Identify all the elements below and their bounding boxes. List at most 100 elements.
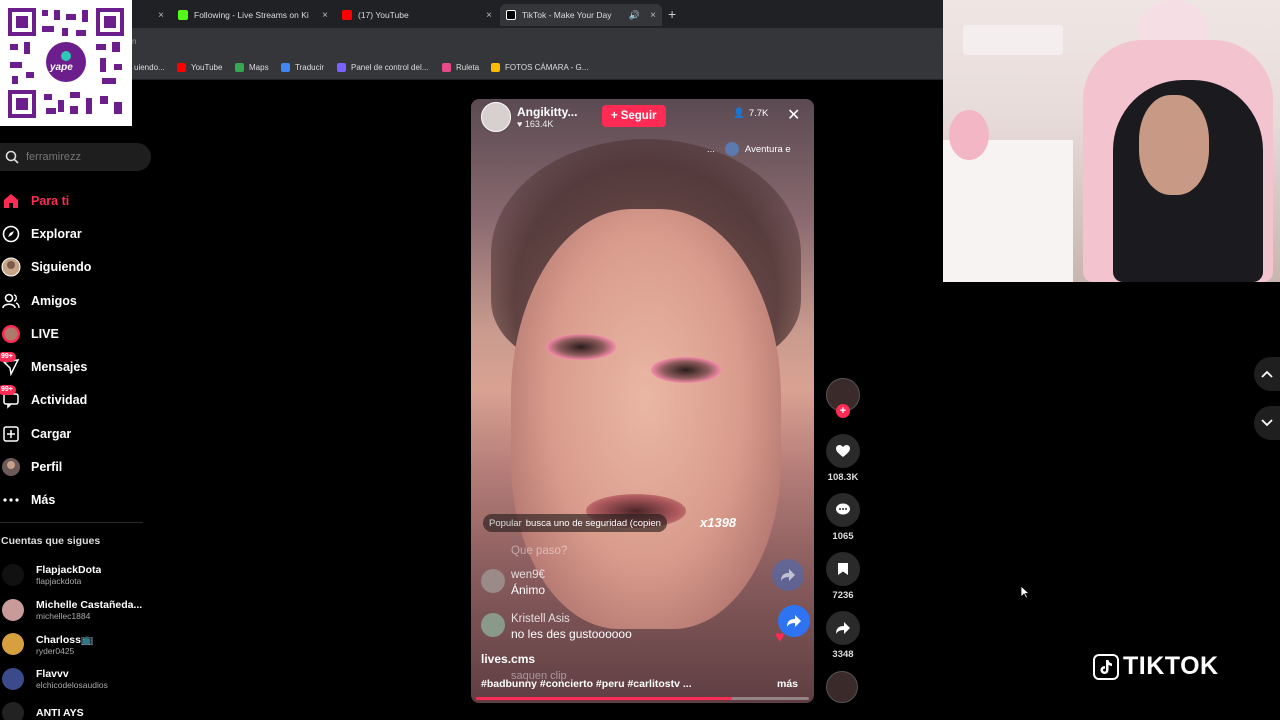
- account-item[interactable]: Michelle Castañeda... michellec1884: [0, 593, 151, 628]
- webcam-plush: [949, 110, 989, 160]
- address-bar[interactable]: n: [0, 28, 943, 58]
- new-tab-icon[interactable]: +: [668, 6, 676, 22]
- heart-icon[interactable]: [826, 434, 860, 468]
- share-count: 3348: [832, 649, 854, 660]
- tab-title: TikTok - Make Your Day: [522, 10, 612, 20]
- live-video[interactable]: Angikitty... ♥ 163.4K + Seguir 👤 7.7K ✕ .…: [471, 99, 814, 703]
- qr-code: yape: [0, 0, 132, 126]
- account-item[interactable]: Flavvv elchicodelosaudios: [0, 662, 151, 697]
- bookmark-icon[interactable]: [826, 552, 860, 586]
- like-count: 108.3K: [827, 472, 859, 483]
- tab-title: (17) YouTube: [358, 10, 409, 20]
- comment-count: 1065: [832, 531, 854, 542]
- live-host[interactable]: Angikitty... ♥ 163.4K: [481, 102, 577, 132]
- follow-label: Seguir: [620, 110, 657, 122]
- account-item[interactable]: Charloss📺 ryder0425: [0, 627, 151, 662]
- account-name: Michelle Castañeda...: [36, 598, 143, 611]
- sidebar-item-actividad[interactable]: 99+ Actividad: [0, 384, 151, 417]
- speaker-icon[interactable]: 🔊: [629, 10, 640, 21]
- bookmark-label: YouTube: [191, 63, 223, 72]
- live-topic[interactable]: ... Aventura e: [707, 140, 791, 158]
- close-icon[interactable]: ×: [650, 10, 656, 21]
- video-face: [511, 209, 781, 629]
- sidebar-item-cargar[interactable]: Cargar: [0, 417, 151, 450]
- comment-user: wen9€: [511, 569, 545, 581]
- previous-video-button[interactable]: [1254, 357, 1280, 391]
- search-bar[interactable]: [0, 143, 151, 171]
- bookmark-item[interactable]: YouTube: [177, 63, 222, 72]
- share-action[interactable]: 3348: [826, 611, 860, 660]
- kick-icon: [178, 10, 188, 20]
- bookmark-item[interactable]: Panel de control del...: [337, 63, 428, 72]
- search-input[interactable]: [26, 151, 136, 163]
- share-icon[interactable]: [826, 611, 860, 645]
- close-icon[interactable]: ×: [158, 10, 164, 21]
- close-icon[interactable]: ✕: [787, 105, 800, 125]
- follow-plus-icon[interactable]: +: [836, 404, 850, 418]
- host-name: Angikitty...: [517, 105, 578, 119]
- accounts-heading: Cuentas que sigues: [1, 535, 101, 547]
- account-handle: ryder0425: [36, 645, 75, 656]
- host-avatar[interactable]: [481, 102, 511, 132]
- follow-button[interactable]: + Seguir: [602, 105, 666, 127]
- sidebar-item-siguiendo[interactable]: Siguiendo: [0, 251, 151, 284]
- avatar: [2, 598, 24, 621]
- close-icon[interactable]: ×: [486, 10, 492, 21]
- account-item[interactable]: FlapjackDota flapjackdota: [0, 558, 151, 593]
- sidebar-item-para-ti[interactable]: Para ti: [0, 184, 151, 217]
- sidebar-item-mensajes[interactable]: 99+ Mensajes: [0, 350, 151, 383]
- webcam-bed: [943, 140, 1073, 282]
- live-icon: [0, 323, 22, 345]
- following-icon: [0, 256, 22, 278]
- sidebar-nav: Para ti Explorar Siguiendo Amigos LIVE 9…: [0, 184, 151, 517]
- avatar: [2, 564, 24, 587]
- faded-comment: Que paso?: [511, 545, 568, 557]
- sidebar-item-amigos[interactable]: Amigos: [0, 284, 151, 317]
- webcam-face: [1139, 95, 1209, 195]
- tab-kick[interactable]: Following - Live Streams on Ki ×: [172, 4, 334, 26]
- heart-icon: ♥: [517, 119, 525, 129]
- tab-partial[interactable]: ×: [140, 4, 170, 26]
- bookmark-item[interactable]: FOTOS CÁMARA - G...: [491, 63, 588, 72]
- sidebar-item-live[interactable]: LIVE: [0, 317, 151, 350]
- sidebar-item-label: Cargar: [31, 426, 72, 441]
- bookmark-item[interactable]: uiendo...: [134, 63, 165, 72]
- mouse-cursor-icon: [1020, 585, 1030, 599]
- account-item[interactable]: ANTI AYS: [0, 696, 151, 720]
- messages-icon: 99+: [0, 352, 22, 378]
- next-video-button[interactable]: [1254, 406, 1280, 440]
- sidebar-item-explorar[interactable]: Explorar: [0, 217, 151, 250]
- like-action[interactable]: 108.3K: [826, 434, 860, 483]
- caption-user[interactable]: lives.cms: [481, 652, 535, 666]
- bookmark-item[interactable]: Maps: [235, 63, 269, 72]
- music-disc-avatar[interactable]: [826, 671, 858, 703]
- close-icon[interactable]: ×: [322, 10, 328, 21]
- video-progress-bar[interactable]: [476, 697, 809, 700]
- tab-tiktok[interactable]: TikTok - Make Your Day 🔊 ×: [500, 4, 662, 26]
- comment-action[interactable]: 1065: [826, 493, 860, 542]
- plus-icon: +: [611, 110, 618, 122]
- screen: × Following - Live Streams on Ki × (17) …: [0, 0, 1280, 720]
- followed-accounts-list: FlapjackDota flapjackdota Michelle Castañ…: [0, 558, 151, 720]
- heart-icon: ♥: [775, 629, 785, 646]
- avatar: [2, 667, 24, 690]
- progress-fill: [476, 697, 733, 700]
- sidebar-item-perfil[interactable]: Perfil: [0, 450, 151, 483]
- badge: 99+: [0, 352, 16, 363]
- profile-icon: [0, 456, 22, 478]
- webcam-overlay: [943, 0, 1280, 282]
- bookmark-item[interactable]: Traducir: [281, 63, 324, 72]
- caption-hashtags[interactable]: #badbunny #concierto #peru #carlitostv .…: [481, 678, 692, 690]
- sidebar-item-mas[interactable]: Más: [0, 484, 151, 517]
- caption-more-link[interactable]: más: [777, 678, 798, 690]
- account-name: FlapjackDota: [36, 564, 102, 577]
- bookmark-item[interactable]: Ruleta: [442, 63, 479, 72]
- viewer-count-value: 7.7K: [748, 108, 769, 119]
- tab-youtube[interactable]: (17) YouTube ×: [336, 4, 498, 26]
- divider: [0, 522, 143, 523]
- comment-icon[interactable]: [826, 493, 860, 527]
- bookmarks-bar: uiendo... YouTube Maps Traducir Panel de…: [0, 58, 943, 80]
- upload-icon: [0, 423, 22, 445]
- topic-label: Aventura e: [744, 143, 791, 155]
- save-action[interactable]: 7236: [826, 552, 860, 601]
